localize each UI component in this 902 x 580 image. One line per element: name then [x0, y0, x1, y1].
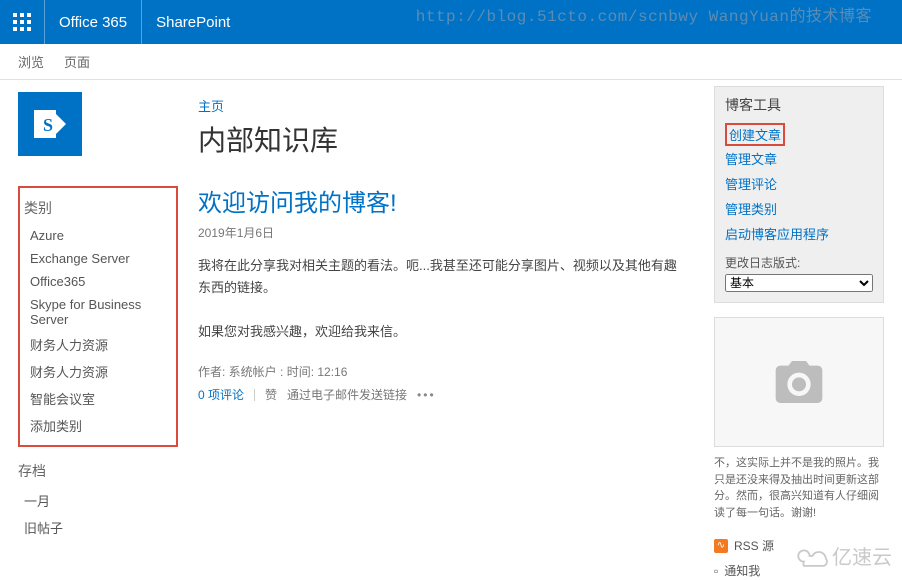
camera-icon — [771, 354, 827, 410]
like-link[interactable]: 赞 — [265, 386, 277, 403]
more-actions-icon[interactable]: ••• — [417, 388, 436, 402]
breadcrumb-home[interactable]: 主页 — [198, 96, 224, 115]
comments-link[interactable]: 0 项评论 — [198, 386, 244, 403]
app-launcher-icon[interactable] — [0, 0, 44, 44]
rss-link[interactable]: ∿ RSS 源 — [714, 537, 884, 554]
suite-top-bar: Office 365 SharePoint — [0, 0, 902, 44]
archive-item[interactable]: 一月 — [18, 487, 178, 514]
archive-item[interactable]: 旧帖子 — [18, 514, 178, 541]
post-body-line: 如果您对我感兴趣，欢迎给我来信。 — [198, 324, 406, 339]
box-icon: ▫ — [714, 564, 718, 578]
category-item[interactable]: Azure — [24, 224, 172, 247]
category-item[interactable]: 财务人力资源 — [24, 331, 172, 358]
manage-comments-link[interactable]: 管理评论 — [725, 171, 873, 196]
layout-select[interactable]: 基本 — [725, 274, 873, 292]
rss-icon: ∿ — [714, 539, 728, 553]
notify-me-link[interactable]: ▫ 通知我 — [714, 562, 884, 579]
post-actions: 0 项评论 赞 通过电子邮件发送链接 ••• — [198, 386, 684, 403]
post-author: 作者: 系统帐户 : — [198, 365, 283, 379]
category-item[interactable]: Exchange Server — [24, 247, 172, 270]
create-post-link[interactable]: 创建文章 — [725, 123, 785, 146]
archive-heading: 存档 — [18, 461, 178, 481]
categories-highlight-box: 类别 Azure Exchange Server Office365 Skype… — [18, 186, 178, 447]
post-time-value: 12:16 — [317, 365, 347, 379]
about-photo-note: 不，这实际上并不是我的照片。我只是还没来得及抽出时间更新这部分。然而，很高兴知道… — [714, 455, 884, 521]
nav-page[interactable]: 页面 — [64, 52, 90, 71]
manage-posts-link[interactable]: 管理文章 — [725, 146, 873, 171]
nav-browse[interactable]: 浏览 — [18, 52, 44, 71]
left-column: S 类别 Azure Exchange Server Office365 Sky… — [18, 86, 178, 579]
rss-label: RSS 源 — [734, 537, 774, 554]
manage-categories-link[interactable]: 管理类别 — [725, 196, 873, 221]
layout-label: 更改日志版式: — [725, 254, 873, 271]
main-content: 主页 内部知识库 欢迎访问我的博客! 2019年1月6日 我将在此分享我对相关主… — [198, 86, 694, 579]
svg-text:S: S — [43, 115, 53, 135]
post-body-line: 我将在此分享我对相关主题的看法。呃...我甚至还可能分享图片、视频以及其他有趣东… — [198, 258, 677, 295]
category-item[interactable]: Office365 — [24, 270, 172, 293]
brand-sharepoint[interactable]: SharePoint — [141, 0, 244, 44]
ribbon-nav: 浏览 页面 — [0, 44, 902, 80]
add-category-link[interactable]: 添加类别 — [24, 412, 172, 439]
blog-tools-heading: 博客工具 — [725, 95, 873, 115]
site-title: 内部知识库 — [198, 119, 684, 159]
post-body: 我将在此分享我对相关主题的看法。呃...我甚至还可能分享图片、视频以及其他有趣东… — [198, 255, 684, 343]
blog-tools-box: 博客工具 创建文章 管理文章 管理评论 管理类别 启动博客应用程序 更改日志版式… — [714, 86, 884, 303]
right-column: 博客工具 创建文章 管理文章 管理评论 管理类别 启动博客应用程序 更改日志版式… — [714, 86, 884, 579]
launch-blog-app-link[interactable]: 启动博客应用程序 — [725, 221, 873, 246]
post-date: 2019年1月6日 — [198, 224, 684, 241]
post-time-label: 时间: — [287, 365, 314, 379]
category-item[interactable]: 财务人力资源 — [24, 358, 172, 385]
notify-label: 通知我 — [724, 562, 760, 579]
post-title-link[interactable]: 欢迎访问我的博客! — [198, 183, 684, 218]
post-meta: 作者: 系统帐户 : 时间: 12:16 — [198, 363, 684, 380]
sharepoint-site-logo[interactable]: S — [18, 92, 82, 156]
brand-office365[interactable]: Office 365 — [44, 0, 141, 44]
email-link[interactable]: 通过电子邮件发送链接 — [287, 386, 407, 403]
category-item[interactable]: 智能会议室 — [24, 385, 172, 412]
category-item[interactable]: Skype for Business Server — [24, 293, 172, 331]
categories-heading: 类别 — [24, 198, 172, 218]
about-photo-placeholder — [714, 317, 884, 447]
separator — [254, 389, 255, 401]
